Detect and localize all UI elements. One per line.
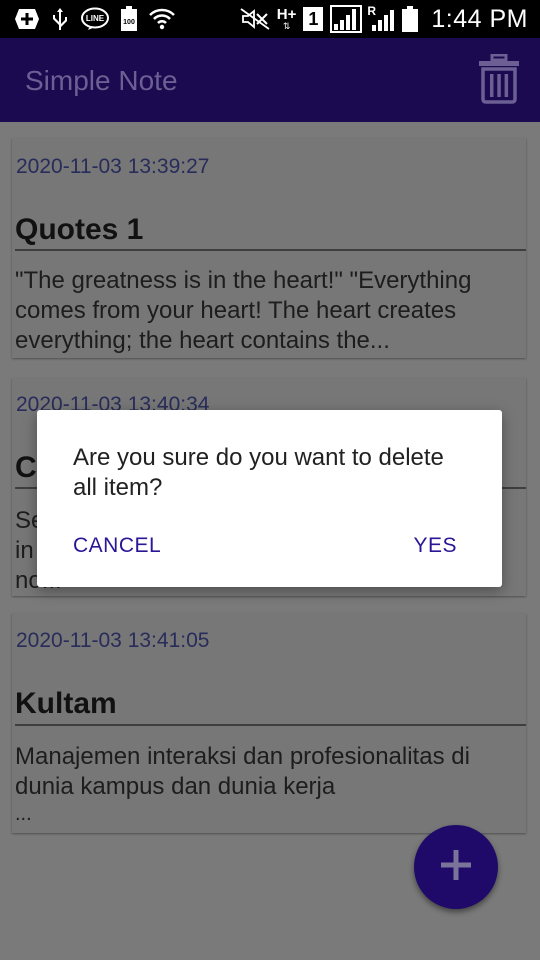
usb-icon [50, 7, 70, 31]
status-time: 1:44 PM [431, 4, 528, 33]
note-title: Kultam [15, 687, 117, 720]
h-plus-icon: H+ ⇅ [276, 6, 297, 31]
note-body: Manajemen interaksi dan profesionalitas … [15, 742, 520, 826]
note-body-ellipsis: ... [15, 803, 32, 825]
wifi-icon [148, 8, 176, 30]
note-divider [15, 724, 526, 726]
line-app-icon: LINE [80, 7, 110, 31]
svg-text:100: 100 [123, 19, 135, 26]
add-box-icon [14, 8, 40, 30]
delete-all-button[interactable] [476, 53, 522, 109]
note-date: 2020-11-03 13:41:05 [16, 629, 210, 652]
app-title: Simple Note [25, 65, 178, 96]
app-bar: Simple Note [0, 38, 540, 122]
note-title: Quotes 1 [15, 213, 144, 246]
mute-icon [240, 8, 270, 30]
note-date: 2020-11-03 13:39:27 [16, 155, 210, 178]
yes-button[interactable]: YES [413, 534, 457, 558]
battery-saver-icon: 100 [120, 6, 138, 32]
svg-text:LINE: LINE [86, 14, 105, 23]
status-bar-left: LINE 100 [14, 6, 176, 32]
add-note-button[interactable] [414, 825, 498, 909]
dialog-message: Are you sure do you want to delete all i… [73, 444, 444, 501]
note-card[interactable]: 2020-11-03 13:41:05 Kultam Manajemen int… [12, 613, 526, 833]
note-card[interactable]: 2020-11-03 13:39:27 Quotes 1 "The greatn… [12, 138, 526, 358]
note-body-text: Manajemen interaksi dan profesionalitas … [15, 743, 470, 800]
trash-icon [478, 53, 520, 109]
note-title: C [15, 451, 37, 484]
roaming-signal-icon: R [367, 4, 395, 31]
sim-1-icon: 1 [303, 7, 324, 31]
note-body: "The greatness is in the heart!" "Everyt… [15, 267, 472, 354]
cancel-button[interactable]: CANCEL [73, 534, 161, 558]
status-bar: LINE 100 H+ ⇅ 1 R 1:44 PM [0, 0, 540, 38]
status-bar-right: H+ ⇅ 1 R 1:44 PM [240, 4, 528, 33]
confirm-delete-dialog: Are you sure do you want to delete all i… [37, 410, 502, 587]
battery-icon [402, 6, 419, 32]
signal-icon [330, 5, 363, 33]
note-divider [15, 249, 526, 251]
plus-icon [441, 849, 471, 885]
